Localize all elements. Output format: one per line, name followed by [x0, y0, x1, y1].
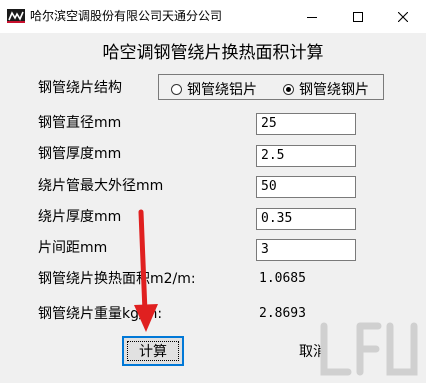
- input-tube-thickness[interactable]: 2.5: [256, 145, 356, 167]
- watermark-logo-icon: [320, 322, 418, 376]
- window-title: 哈尔滨空调股份有限公司天通分公司: [30, 9, 223, 23]
- label-heat-exchange-area: 钢管绕片换热面积m2/m:: [38, 271, 196, 287]
- minimize-icon: [307, 16, 317, 18]
- minimize-button[interactable]: [289, 0, 335, 33]
- label-weight: 钢管绕片重量kg/m:: [38, 306, 163, 322]
- page-title: 哈空调钢管绕片换热面积计算: [102, 43, 324, 63]
- calculate-button[interactable]: 计算: [122, 336, 184, 366]
- radio-label-steel-fin: 钢管绕钢片: [299, 82, 369, 98]
- structure-radio-group: 钢管绕铝片 钢管绕钢片: [158, 74, 384, 100]
- close-icon: [398, 11, 408, 22]
- radio-label-aluminum-fin: 钢管绕铝片: [187, 82, 257, 98]
- input-fin-outer-diameter[interactable]: 50: [256, 176, 356, 198]
- radio-steel-fin[interactable]: 钢管绕钢片: [283, 79, 369, 99]
- title-bar[interactable]: 哈尔滨空调股份有限公司天通分公司: [0, 0, 426, 33]
- structure-label: 钢管绕片结构: [38, 80, 122, 96]
- close-button[interactable]: [380, 0, 426, 33]
- maximize-button[interactable]: [335, 0, 381, 33]
- app-window: 哈尔滨空调股份有限公司天通分公司 哈空调钢管绕片换热面积计算 钢管绕片结构 钢管…: [0, 0, 426, 383]
- focus-rectangle: [127, 341, 179, 361]
- input-fin-thickness[interactable]: 0.35: [256, 208, 356, 230]
- radio-button-checked[interactable]: [283, 83, 294, 95]
- radio-aluminum-fin[interactable]: 钢管绕铝片: [171, 79, 257, 99]
- label-tube-diameter: 钢管直径mm: [38, 115, 122, 131]
- input-tube-diameter[interactable]: 25: [256, 113, 356, 135]
- maximize-icon: [353, 11, 363, 22]
- radio-button-unchecked[interactable]: [171, 83, 182, 95]
- label-fin-outer-diameter: 绕片管最大外径mm: [38, 178, 164, 194]
- label-tube-thickness: 钢管厚度mm: [38, 146, 122, 162]
- app-logo-icon: [7, 9, 25, 23]
- value-heat-exchange-area: 1.0685: [259, 271, 306, 286]
- label-fin-spacing: 片间距mm: [38, 240, 108, 256]
- value-weight: 2.8693: [259, 306, 306, 321]
- label-fin-thickness: 绕片厚度mm: [38, 209, 122, 225]
- input-fin-spacing[interactable]: 3: [256, 239, 356, 261]
